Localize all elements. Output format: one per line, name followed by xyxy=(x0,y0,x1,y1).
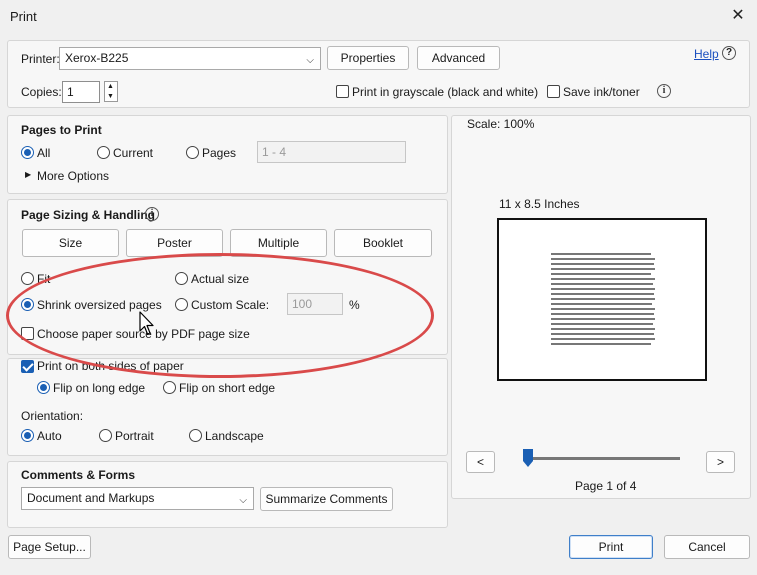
cancel-button[interactable]: Cancel xyxy=(664,535,750,559)
fit-label: Fit xyxy=(37,272,51,286)
grayscale-label: Print in grayscale (black and white) xyxy=(352,85,539,99)
fit-radio[interactable] xyxy=(21,272,34,285)
chevron-down-icon: ⌵ xyxy=(306,55,314,66)
window-title: Print xyxy=(10,9,37,24)
copies-stepper[interactable]: ▲ ▼ xyxy=(104,81,118,102)
save-ink-label: Save ink/toner xyxy=(563,85,640,99)
shrink-radio[interactable] xyxy=(21,298,34,311)
pages-current-label: Current xyxy=(113,146,154,160)
printer-value: Xerox-B225 xyxy=(65,51,129,65)
short-edge-label: Flip on short edge xyxy=(179,381,276,395)
stepper-down-icon[interactable]: ▼ xyxy=(107,92,114,102)
custom-scale-radio[interactable] xyxy=(175,298,188,311)
print-button[interactable]: Print xyxy=(569,535,653,559)
actual-size-label: Actual size xyxy=(191,272,250,286)
next-page-button[interactable]: > xyxy=(706,451,735,473)
pages-current-radio[interactable] xyxy=(97,146,110,159)
comments-title: Comments & Forms xyxy=(21,468,136,482)
both-sides-checkbox[interactable] xyxy=(21,360,34,373)
copies-input[interactable]: 1 xyxy=(62,81,100,103)
preview-page xyxy=(497,218,707,381)
help-link[interactable]: Help xyxy=(694,47,719,61)
orientation-auto-label: Auto xyxy=(37,429,62,443)
shrink-label: Shrink oversized pages xyxy=(37,298,162,312)
paper-size-label: 11 x 8.5 Inches xyxy=(499,197,580,211)
long-edge-label: Flip on long edge xyxy=(53,381,146,395)
prev-page-button[interactable]: < xyxy=(466,451,495,473)
pages-range-label: Pages xyxy=(202,146,237,160)
pages-to-print-title: Pages to Print xyxy=(21,123,102,137)
orientation-landscape-radio[interactable] xyxy=(189,429,202,442)
copies-value: 1 xyxy=(67,85,74,99)
printer-label: Printer: xyxy=(21,52,60,66)
save-ink-checkbox[interactable] xyxy=(547,85,560,98)
page-setup-button[interactable]: Page Setup... xyxy=(8,535,91,559)
orientation-landscape-label: Landscape xyxy=(205,429,264,443)
info-icon[interactable]: i xyxy=(657,84,671,98)
both-sides-label: Print on both sides of paper xyxy=(37,359,184,373)
custom-scale-input[interactable]: 100 xyxy=(287,293,343,315)
chevron-down-icon: ⌵ xyxy=(239,495,247,506)
pages-all-label: All xyxy=(37,146,51,160)
page-slider-track[interactable] xyxy=(523,457,680,460)
pages-range-input[interactable]: 1 - 4 xyxy=(257,141,406,163)
page-slider-thumb[interactable] xyxy=(523,449,533,470)
tab-poster[interactable]: Poster xyxy=(126,229,223,257)
pages-range-radio[interactable] xyxy=(186,146,199,159)
stepper-up-icon[interactable]: ▲ xyxy=(107,82,114,92)
advanced-button[interactable]: Advanced xyxy=(417,46,500,70)
properties-button[interactable]: Properties xyxy=(327,46,409,70)
pages-range-placeholder: 1 - 4 xyxy=(262,145,287,159)
preview-text-block xyxy=(551,253,656,348)
tab-size[interactable]: Size xyxy=(22,229,119,257)
paper-source-checkbox[interactable] xyxy=(21,327,34,340)
custom-scale-label: Custom Scale: xyxy=(191,298,270,312)
orientation-title: Orientation: xyxy=(21,409,84,423)
sizing-title: Page Sizing & Handling xyxy=(21,208,156,222)
triangle-right-icon[interactable]: ▶ xyxy=(25,170,31,179)
grayscale-checkbox[interactable] xyxy=(336,85,349,98)
printer-select[interactable]: Xerox-B225 ⌵ xyxy=(59,47,321,70)
help-question-icon[interactable]: ? xyxy=(722,46,736,60)
orientation-auto-radio[interactable] xyxy=(21,429,34,442)
pages-all-radio[interactable] xyxy=(21,146,34,159)
close-icon[interactable]: ✕ xyxy=(727,5,749,27)
comments-selected: Document and Markups xyxy=(27,491,155,505)
more-options-link[interactable]: More Options xyxy=(37,169,109,183)
copies-label: Copies: xyxy=(21,85,62,99)
custom-scale-value: 100 xyxy=(292,297,313,311)
orientation-portrait-radio[interactable] xyxy=(99,429,112,442)
percent-label: % xyxy=(349,298,360,312)
scale-label: Scale: 100% xyxy=(467,117,535,131)
tab-booklet[interactable]: Booklet xyxy=(334,229,432,257)
actual-size-radio[interactable] xyxy=(175,272,188,285)
title-bar xyxy=(0,0,757,32)
orientation-portrait-label: Portrait xyxy=(115,429,154,443)
summarize-comments-button[interactable]: Summarize Comments xyxy=(260,487,393,511)
sizing-info-icon[interactable]: i xyxy=(145,207,159,221)
short-edge-radio[interactable] xyxy=(163,381,176,394)
long-edge-radio[interactable] xyxy=(37,381,50,394)
page-indicator: Page 1 of 4 xyxy=(575,479,637,493)
mouse-cursor-icon xyxy=(139,311,155,340)
tab-multiple[interactable]: Multiple xyxy=(230,229,327,257)
comments-select[interactable]: Document and Markups ⌵ xyxy=(21,487,254,510)
